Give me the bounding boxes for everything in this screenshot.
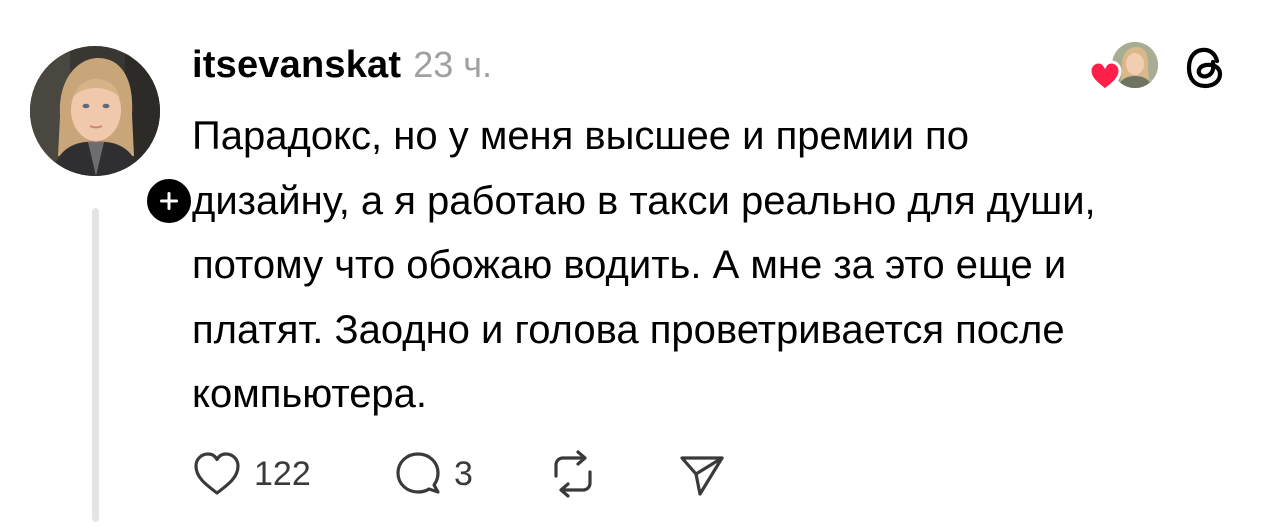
replies-count: 3 (454, 454, 473, 493)
heart-outline-icon (194, 452, 240, 495)
timestamp: 23 ч. (413, 44, 493, 85)
thread-post: itsevanskat 23 ч. Парадокс, но у меня вы… (0, 0, 1280, 530)
share-button[interactable] (678, 446, 726, 502)
threads-logo-icon[interactable] (1183, 44, 1231, 92)
plus-icon (160, 192, 178, 210)
avatar-photo (30, 46, 160, 176)
liked-by-indicator[interactable] (1086, 42, 1158, 92)
follow-button[interactable] (142, 174, 196, 228)
heart-icon (1088, 60, 1122, 92)
speech-bubble-icon (396, 452, 440, 494)
reply-button[interactable]: 3 (394, 446, 473, 502)
username[interactable]: itsevanskat (192, 44, 401, 87)
post-header: itsevanskat 23 ч. (192, 44, 492, 94)
avatar[interactable] (30, 46, 160, 176)
thread-line (92, 208, 99, 522)
like-button[interactable]: 122 (192, 446, 311, 502)
avatar-container (30, 46, 196, 228)
post-text: Парадокс, но у меня высшее и премии по д… (192, 114, 1096, 416)
paper-plane-icon (680, 456, 724, 496)
likes-count: 122 (254, 454, 311, 493)
repost-button[interactable] (548, 446, 598, 502)
repost-icon (554, 450, 592, 498)
